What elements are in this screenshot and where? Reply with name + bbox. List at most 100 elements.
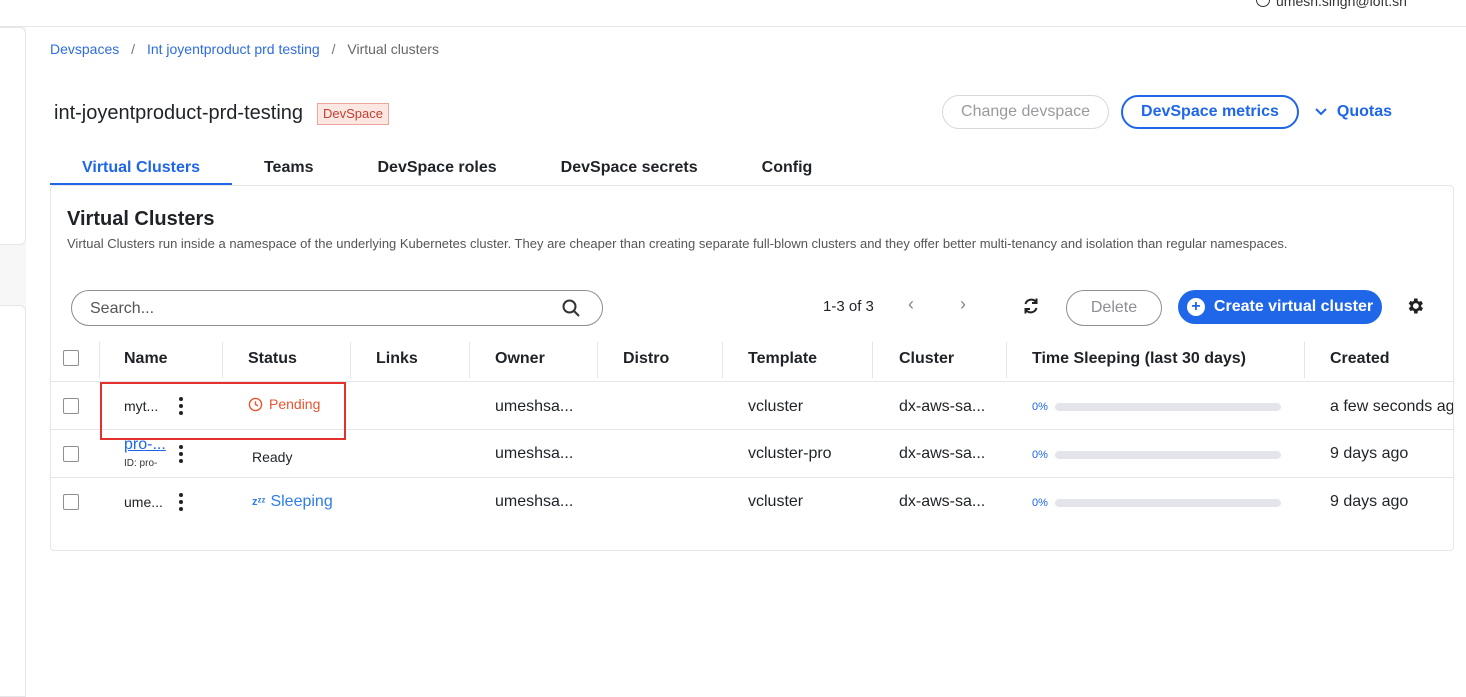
- search-box: [71, 290, 603, 326]
- created-cell: a few seconds ago: [1330, 398, 1453, 415]
- row-checkbox[interactable]: [63, 446, 79, 462]
- tab-devspace-secrets[interactable]: DevSpace secrets: [529, 155, 730, 185]
- vcluster-name-link[interactable]: pro-...: [124, 436, 166, 453]
- status-cell[interactable]: zᶻᶻ Sleeping: [252, 493, 333, 511]
- column-divider: [597, 342, 598, 378]
- column-header-template[interactable]: Template: [748, 350, 817, 368]
- breadcrumb-devspaces[interactable]: Devspaces: [50, 41, 119, 57]
- column-divider: [469, 342, 470, 378]
- sidebar-panel-bottom: [0, 305, 26, 697]
- sleep-percent: 0%: [1032, 449, 1048, 461]
- sleep-percent: 0%: [1032, 401, 1048, 413]
- search-input[interactable]: [90, 298, 550, 320]
- sleep-percent: 0%: [1032, 497, 1048, 509]
- page-title: int-joyentproduct-prd-testing: [54, 102, 304, 124]
- column-header-created[interactable]: Created: [1330, 350, 1390, 368]
- sleep-progress: 0%: [1032, 497, 1282, 509]
- template-cell: vcluster: [748, 398, 804, 415]
- tab-virtual-clusters[interactable]: Virtual Clusters: [50, 155, 232, 185]
- tab-config[interactable]: Config: [730, 155, 845, 185]
- main-content: Devspaces / Int joyentproduct prd testin…: [26, 27, 1466, 697]
- sleeping-icon: zᶻᶻ: [252, 496, 266, 508]
- tab-devspace-roles[interactable]: DevSpace roles: [345, 155, 528, 185]
- previous-page-button[interactable]: ‹: [901, 294, 921, 315]
- card-title: Virtual Clusters: [67, 208, 215, 230]
- created-cell: 9 days ago: [1330, 493, 1409, 510]
- created-cell: 9 days ago: [1330, 445, 1409, 462]
- create-button-label: Create virtual cluster: [1213, 298, 1374, 315]
- quotas-label: Quotas: [1336, 103, 1392, 120]
- more-vert-icon[interactable]: [179, 397, 183, 415]
- status-label: Ready: [252, 449, 293, 465]
- top-bar: umesh.singh@loft.sh: [0, 0, 1466, 27]
- breadcrumb-devspace[interactable]: Int joyentproduct prd testing: [147, 41, 320, 57]
- pagination-label: 1-3 of 3: [823, 298, 874, 315]
- create-virtual-cluster-button[interactable]: + Create virtual cluster: [1178, 290, 1382, 324]
- search-icon[interactable]: [562, 299, 580, 317]
- status-label: Pending: [269, 396, 321, 412]
- cluster-cell: dx-aws-sa...: [899, 445, 986, 462]
- tab-teams[interactable]: Teams: [232, 155, 346, 185]
- breadcrumb-current: Virtual clusters: [347, 41, 439, 57]
- table-row[interactable]: ume... zᶻᶻ Sleeping umeshsa... vcluster …: [51, 478, 1453, 526]
- column-divider: [722, 342, 723, 378]
- plus-circle-icon: +: [1186, 298, 1205, 316]
- template-cell: vcluster-pro: [748, 445, 832, 462]
- column-divider: [99, 342, 100, 378]
- column-divider: [350, 342, 351, 378]
- sleep-progress-bar: [1055, 499, 1281, 507]
- row-checkbox[interactable]: [63, 398, 79, 414]
- refresh-icon[interactable]: [1021, 296, 1041, 316]
- header-actions: Change devspace DevSpace metrics Quotas: [942, 95, 1392, 129]
- cluster-cell: dx-aws-sa...: [899, 398, 986, 415]
- breadcrumb-separator: /: [131, 41, 136, 57]
- user-email[interactable]: umesh.singh@loft.sh: [1276, 0, 1466, 9]
- quotas-toggle[interactable]: Quotas: [1315, 103, 1392, 121]
- next-page-button[interactable]: ›: [953, 294, 973, 315]
- column-header-links[interactable]: Links: [376, 350, 418, 368]
- breadcrumb: Devspaces / Int joyentproduct prd testin…: [50, 41, 439, 57]
- card-description: Virtual Clusters run inside a namespace …: [67, 236, 1288, 251]
- devspace-metrics-button[interactable]: DevSpace metrics: [1121, 95, 1299, 129]
- more-vert-icon[interactable]: [179, 493, 183, 511]
- status-cell: Pending: [248, 396, 320, 412]
- table-row[interactable]: myt... Pending umeshsa... vcluster dx-aw…: [51, 382, 1453, 440]
- clock-icon: [248, 397, 263, 411]
- delete-button[interactable]: Delete: [1066, 290, 1162, 326]
- change-devspace-button[interactable]: Change devspace: [942, 95, 1110, 129]
- template-cell: vcluster: [748, 493, 804, 510]
- devspace-badge: DevSpace: [317, 102, 389, 125]
- column-divider: [222, 342, 223, 378]
- owner-cell: umeshsa...: [495, 493, 574, 510]
- virtual-clusters-card: Virtual Clusters Virtual Clusters run in…: [50, 185, 1454, 551]
- column-divider: [1006, 342, 1007, 378]
- more-vert-icon[interactable]: [179, 445, 183, 463]
- table-row[interactable]: pro-... ID: pro- Ready umeshsa... vclust…: [51, 430, 1453, 478]
- column-header-owner[interactable]: Owner: [495, 350, 545, 368]
- column-header-distro[interactable]: Distro: [623, 350, 669, 368]
- column-header-time-sleeping[interactable]: Time Sleeping (last 30 days): [1032, 350, 1246, 368]
- column-header-name[interactable]: Name: [124, 350, 168, 368]
- column-divider: [872, 342, 873, 378]
- vcluster-id: ID: pro-: [124, 458, 158, 469]
- sleep-progress: 0%: [1032, 401, 1282, 413]
- column-header-cluster[interactable]: Cluster: [899, 350, 954, 368]
- vcluster-name[interactable]: myt...: [124, 398, 158, 414]
- chevron-down-icon: [1315, 108, 1327, 116]
- sidebar-panel-top: [0, 27, 26, 245]
- owner-cell: umeshsa...: [495, 445, 574, 462]
- select-all-checkbox[interactable]: [63, 350, 79, 366]
- vcluster-name-cell: pro-...: [124, 436, 166, 454]
- owner-cell: umeshsa...: [495, 398, 574, 415]
- row-checkbox[interactable]: [63, 494, 79, 510]
- column-header-status[interactable]: Status: [248, 350, 297, 368]
- sleep-progress-bar: [1055, 451, 1281, 459]
- gear-icon[interactable]: [1405, 296, 1425, 316]
- vcluster-name[interactable]: ume...: [124, 494, 163, 510]
- cluster-cell: dx-aws-sa...: [899, 493, 986, 510]
- title-row: int-joyentproduct-prd-testing DevSpace: [54, 102, 389, 125]
- tab-bar: Virtual Clusters Teams DevSpace roles De…: [50, 155, 844, 185]
- sleep-progress-bar: [1055, 403, 1281, 411]
- status-label: Sleeping: [270, 493, 333, 510]
- user-icon[interactable]: [1256, 0, 1270, 7]
